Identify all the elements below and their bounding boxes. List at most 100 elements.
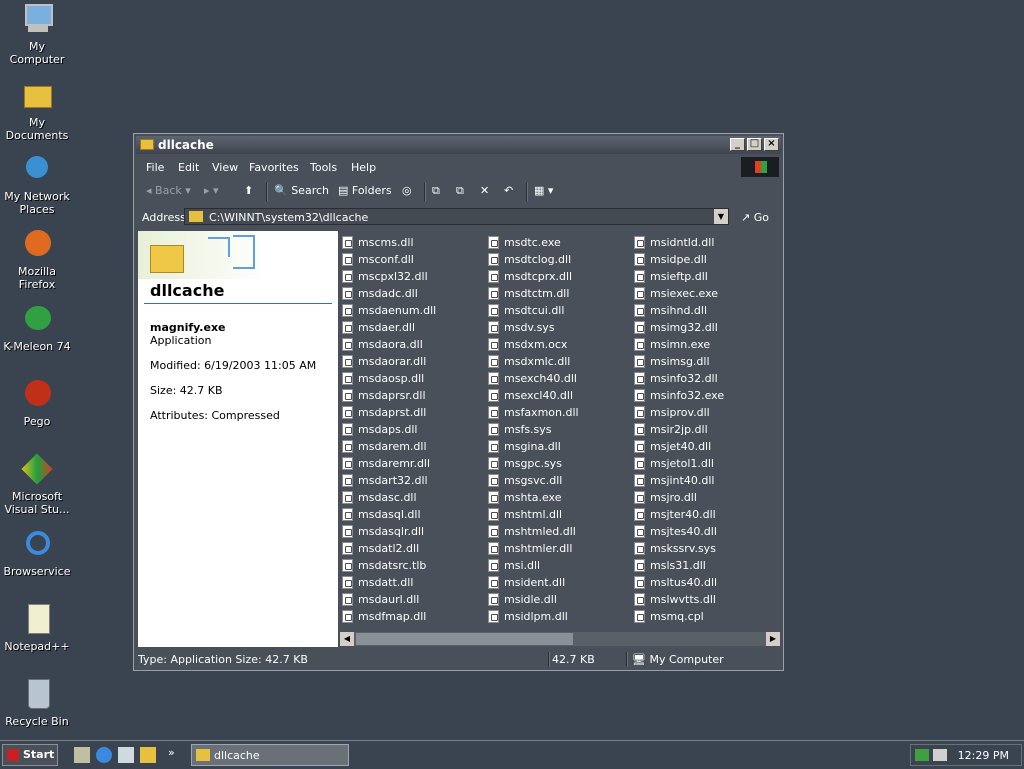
- file-list[interactable]: mscms.dll msconf.dll mscpxl32.dll msdadc.dl…: [340, 231, 780, 631]
- file-item[interactable]: msi.dll: [488, 557, 579, 574]
- quicklaunch-chevron-icon[interactable]: »: [168, 746, 175, 759]
- scroll-thumb[interactable]: [356, 633, 573, 645]
- address-dropdown-button[interactable]: ▼: [714, 209, 728, 224]
- file-item[interactable]: msexcl40.dll: [488, 387, 579, 404]
- file-item[interactable]: msjtes40.dll: [634, 523, 724, 540]
- desktop-icon-mozilla-firefox[interactable]: Mozilla Firefox: [0, 227, 74, 291]
- address-input[interactable]: C:\WINNT\system32\dllcache ▼: [184, 208, 729, 225]
- file-item[interactable]: msdaosp.dll: [342, 370, 436, 387]
- scroll-right-button[interactable]: ▶: [766, 632, 780, 646]
- tray-icon[interactable]: [933, 749, 947, 761]
- file-item[interactable]: msiprov.dll: [634, 404, 724, 421]
- file-item[interactable]: msjro.dll: [634, 489, 724, 506]
- file-item[interactable]: msiexec.exe: [634, 285, 724, 302]
- menu-favorites[interactable]: Favorites: [249, 161, 299, 174]
- file-item[interactable]: msdatt.dll: [342, 574, 436, 591]
- file-item[interactable]: msidpe.dll: [634, 251, 724, 268]
- menu-file[interactable]: File: [146, 161, 164, 174]
- file-item[interactable]: msihnd.dll: [634, 302, 724, 319]
- file-item[interactable]: msidle.dll: [488, 591, 579, 608]
- minimize-button[interactable]: _: [730, 138, 745, 151]
- file-item[interactable]: msdaorar.dll: [342, 353, 436, 370]
- file-item[interactable]: msdtcui.dll: [488, 302, 579, 319]
- desktop-icon-notepad-plus-plus[interactable]: Notepad++: [0, 602, 74, 653]
- file-item[interactable]: msgsvc.dll: [488, 472, 579, 489]
- file-item[interactable]: msdasql.dll: [342, 506, 436, 523]
- delete-icon[interactable]: ✕: [480, 184, 489, 197]
- desktop-icon-my-computer[interactable]: My Computer: [0, 2, 74, 66]
- file-item[interactable]: msdaprst.dll: [342, 404, 436, 421]
- file-item[interactable]: mshtmled.dll: [488, 523, 579, 540]
- file-item[interactable]: msdasc.dll: [342, 489, 436, 506]
- file-item[interactable]: msdxm.ocx: [488, 336, 579, 353]
- network-tray-icon[interactable]: [915, 749, 929, 761]
- go-button[interactable]: ↗ Go: [741, 211, 769, 224]
- desktop-icon-k-meleon[interactable]: K-Meleon 74: [0, 302, 74, 353]
- menu-tools[interactable]: Tools: [310, 161, 337, 174]
- file-item[interactable]: msdadc.dll: [342, 285, 436, 302]
- file-item[interactable]: msidlpm.dll: [488, 608, 579, 625]
- move-to-icon[interactable]: ⧉: [432, 184, 440, 198]
- file-item[interactable]: msdtcprx.dll: [488, 268, 579, 285]
- file-item[interactable]: msltus40.dll: [634, 574, 724, 591]
- file-item[interactable]: mshtml.dll: [488, 506, 579, 523]
- file-item[interactable]: msdaremr.dll: [342, 455, 436, 472]
- internet-explorer-icon[interactable]: [96, 747, 112, 763]
- horizontal-scrollbar[interactable]: ◀ ▶: [340, 632, 780, 646]
- file-item[interactable]: msdarem.dll: [342, 438, 436, 455]
- scroll-left-button[interactable]: ◀: [340, 632, 354, 646]
- start-button[interactable]: Start: [2, 744, 58, 766]
- file-item[interactable]: msmq.cpl: [634, 608, 724, 625]
- desktop-icon-my-network-places[interactable]: My Network Places: [0, 152, 74, 216]
- file-item[interactable]: msjetol1.dll: [634, 455, 724, 472]
- taskbar-item-dllcache[interactable]: dllcache: [191, 744, 349, 766]
- forward-button[interactable]: ▸ ▾: [204, 184, 219, 197]
- up-folder-icon[interactable]: ⬆: [244, 184, 253, 197]
- desktop-icon-pego[interactable]: Pego: [0, 377, 74, 428]
- title-bar[interactable]: dllcache _ □ ×: [136, 136, 781, 154]
- file-item[interactable]: mshtmler.dll: [488, 540, 579, 557]
- explorer-quicklaunch-icon[interactable]: [140, 747, 156, 763]
- file-item[interactable]: msinfo32.exe: [634, 387, 724, 404]
- file-item[interactable]: mscms.dll: [342, 234, 436, 251]
- file-item[interactable]: msdfmap.dll: [342, 608, 436, 625]
- show-desktop-icon[interactable]: [74, 747, 90, 763]
- folders-button[interactable]: ▤ Folders: [338, 184, 392, 197]
- file-item[interactable]: msimn.exe: [634, 336, 724, 353]
- file-item[interactable]: msimg32.dll: [634, 319, 724, 336]
- history-icon[interactable]: ◎: [402, 184, 412, 197]
- clock[interactable]: 12:29 PM: [958, 749, 1009, 762]
- file-item[interactable]: mskssrv.sys: [634, 540, 724, 557]
- close-button[interactable]: ×: [764, 138, 779, 151]
- file-item[interactable]: msdtctm.dll: [488, 285, 579, 302]
- file-item[interactable]: msdtc.exe: [488, 234, 579, 251]
- file-item[interactable]: msimsg.dll: [634, 353, 724, 370]
- file-item[interactable]: msidntld.dll: [634, 234, 724, 251]
- desktop-icon-visual-studio[interactable]: Microsoft Visual Stu...: [0, 452, 74, 516]
- file-item[interactable]: msexch40.dll: [488, 370, 579, 387]
- menu-help[interactable]: Help: [351, 161, 376, 174]
- file-item[interactable]: msinfo32.dll: [634, 370, 724, 387]
- copy-to-icon[interactable]: ⧉: [456, 184, 464, 198]
- file-item[interactable]: msdaenum.dll: [342, 302, 436, 319]
- file-item[interactable]: mshta.exe: [488, 489, 579, 506]
- file-item[interactable]: msdxmlc.dll: [488, 353, 579, 370]
- file-item[interactable]: msdaer.dll: [342, 319, 436, 336]
- file-item[interactable]: msjint40.dll: [634, 472, 724, 489]
- file-item[interactable]: msdaprsr.dll: [342, 387, 436, 404]
- file-item[interactable]: mscpxl32.dll: [342, 268, 436, 285]
- file-item[interactable]: mslwvtts.dll: [634, 591, 724, 608]
- file-item[interactable]: msgina.dll: [488, 438, 579, 455]
- maximize-button[interactable]: □: [747, 138, 762, 151]
- file-item[interactable]: msdasqlr.dll: [342, 523, 436, 540]
- file-item[interactable]: msdatl2.dll: [342, 540, 436, 557]
- file-item[interactable]: msconf.dll: [342, 251, 436, 268]
- file-item[interactable]: msgpc.sys: [488, 455, 579, 472]
- desktop-icon-recycle-bin[interactable]: Recycle Bin: [0, 677, 74, 728]
- search-button[interactable]: 🔍 Search: [274, 184, 329, 197]
- file-item[interactable]: msdtclog.dll: [488, 251, 579, 268]
- outlook-express-icon[interactable]: [118, 747, 134, 763]
- file-item[interactable]: msjter40.dll: [634, 506, 724, 523]
- file-item[interactable]: msfs.sys: [488, 421, 579, 438]
- menu-edit[interactable]: Edit: [178, 161, 199, 174]
